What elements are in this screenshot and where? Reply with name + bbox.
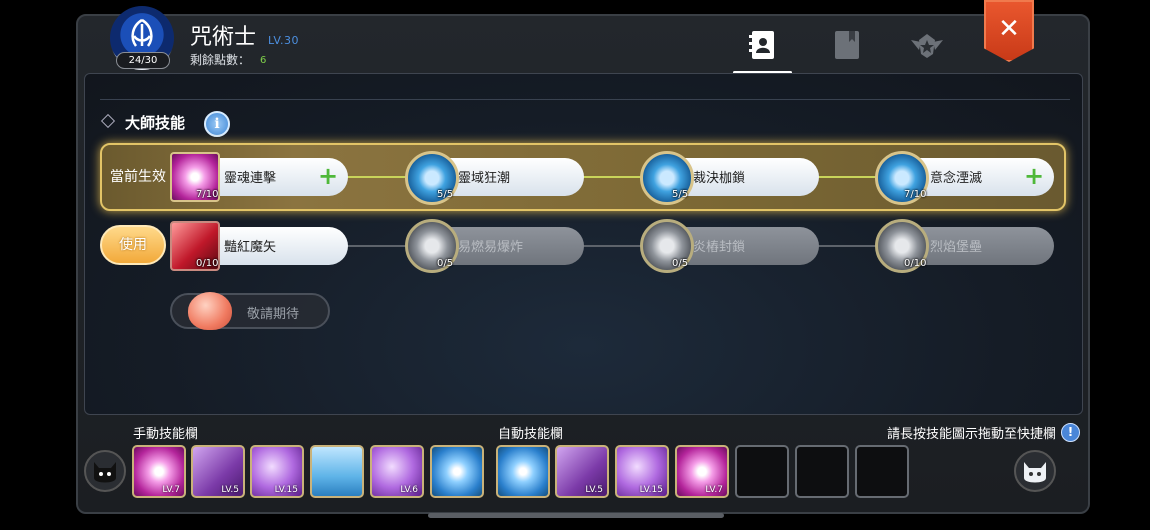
drag-hint: 請長按技能圖示拖動至快捷欄	[887, 427, 1057, 442]
slot-level: LV.5	[585, 485, 603, 495]
slot-level: LV.15	[639, 485, 663, 495]
close-icon: ✕	[998, 14, 1020, 44]
section-title: 大師技能	[125, 114, 186, 132]
manual-slot-3[interactable]: LV.15	[250, 445, 304, 498]
skill-count: 0/5	[672, 258, 689, 269]
auto-slot-2[interactable]: LV.5	[555, 445, 609, 498]
slot-level: LV.7	[705, 485, 723, 495]
skill-name: 意念湮滅	[930, 171, 983, 186]
slot-level: LV.15	[274, 485, 298, 495]
coming-soon-label: 敬請期待	[247, 307, 300, 322]
skill-name: 炎樁封鎖	[693, 240, 746, 255]
auto-slot-6-empty[interactable]	[795, 445, 849, 498]
slot-level: LV.7	[162, 485, 180, 495]
use-button[interactable]: 使用	[100, 225, 166, 265]
active-row-label: 當前生效	[110, 169, 166, 185]
white-cat-face-icon	[1024, 462, 1046, 483]
slot-level: LV.5	[221, 485, 239, 495]
manual-skill-bar-label: 手動技能欄	[133, 427, 199, 442]
skill-name: 烈焰堡壘	[930, 240, 983, 255]
class-level: LV.30	[268, 34, 300, 47]
manual-slot-6[interactable]	[430, 445, 484, 498]
auto-skill-bar-label: 自動技能欄	[498, 427, 564, 442]
add-point-button[interactable]: +	[318, 163, 338, 189]
auto-mode-face-icon[interactable]	[1014, 450, 1056, 492]
home-indicator[interactable]	[428, 513, 724, 518]
skill-count: 5/5	[672, 189, 689, 200]
skill-count: 7/10	[196, 189, 219, 200]
skill-count: 7/10	[904, 189, 927, 200]
class-name: 咒術士	[190, 25, 257, 50]
tab-skill-book[interactable]	[743, 26, 783, 66]
cat-face-icon	[94, 462, 116, 483]
tab-tome[interactable]	[827, 26, 867, 66]
use-label: 使用	[119, 237, 147, 253]
skill-node-soul-combo[interactable]: 靈魂連擊 +	[200, 158, 348, 196]
section-divider	[100, 99, 1070, 100]
auto-slot-5-empty[interactable]	[735, 445, 789, 498]
skill-count: 0/10	[196, 258, 219, 269]
skill-name: 裁決枷鎖	[693, 171, 746, 186]
skill-count: 0/5	[437, 258, 454, 269]
remaining-points-value: 6	[260, 55, 267, 66]
manual-mode-face-icon[interactable]	[84, 450, 126, 492]
skill-count: 5/5	[437, 189, 454, 200]
auto-slot-1[interactable]	[496, 445, 550, 498]
class-emblem-icon	[131, 18, 153, 47]
tab-rank[interactable]	[907, 26, 947, 66]
skill-name: 豔紅魔矢	[224, 240, 277, 255]
skill-name: 靈魂連擊	[224, 171, 277, 186]
alert-icon[interactable]: !	[1061, 423, 1080, 442]
skill-name: 易燃易爆炸	[458, 240, 524, 255]
auto-slot-3[interactable]: LV.15	[615, 445, 669, 498]
level-progress-badge: 24/30	[116, 52, 170, 69]
winged-badge-icon	[911, 34, 943, 58]
info-icon[interactable]: i	[204, 111, 230, 137]
auto-slot-7-empty[interactable]	[855, 445, 909, 498]
manual-slot-5[interactable]: LV.6	[370, 445, 424, 498]
slot-level: LV.6	[400, 485, 418, 495]
bookmark-book-icon	[835, 31, 859, 59]
manual-slot-1[interactable]: LV.7	[132, 445, 186, 498]
remaining-points-label: 剩餘點數：	[190, 53, 251, 67]
auto-slot-4[interactable]: LV.7	[675, 445, 729, 498]
skill-name: 靈域狂潮	[458, 171, 511, 186]
add-point-button[interactable]: +	[1024, 163, 1044, 189]
manual-slot-4[interactable]	[310, 445, 364, 498]
contact-book-icon	[749, 31, 774, 59]
skill-node-crimson-arrow[interactable]: 豔紅魔矢	[200, 227, 348, 265]
manual-slot-2[interactable]: LV.5	[191, 445, 245, 498]
skill-count: 0/10	[904, 258, 927, 269]
poring-mascot-icon	[188, 292, 232, 330]
